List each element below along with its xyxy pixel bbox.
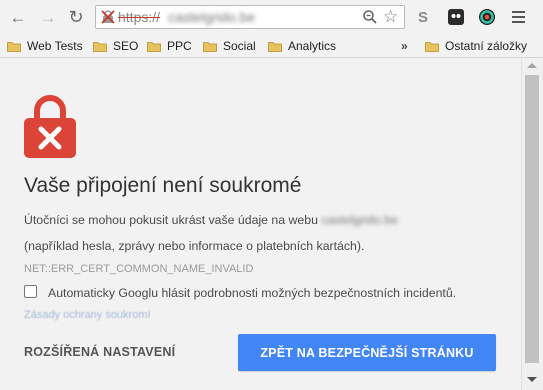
error-description-line-1: Útočníci se mohou pokusit ukrást vaše úd… [24, 213, 398, 227]
bookmark-seo[interactable]: SEO [93, 38, 138, 54]
color-wheel-icon [479, 9, 495, 25]
url-scheme: https:// [118, 9, 161, 25]
arrow-left-icon: ← [9, 7, 27, 27]
bookmark-social[interactable]: Social [203, 38, 256, 54]
error-description-host: castelgrido.be [321, 213, 398, 227]
bookmark-label: Ostatní záložky [445, 39, 528, 53]
red-lock-icon [24, 95, 76, 158]
error-description-line-2: (například hesla, zprávy nebo informace … [24, 239, 365, 253]
folder-icon [203, 41, 217, 52]
extension-circle-button[interactable] [478, 7, 496, 27]
bookmarks-overflow-button[interactable]: » [401, 38, 408, 54]
folder-icon [425, 41, 439, 52]
report-checkbox-label[interactable]: Automaticky Googlu hlásit podrobnosti mo… [48, 286, 456, 300]
back-to-safety-button[interactable]: ZPĚT NA BEZPEČNĚJŠÍ STRÁNKU [238, 334, 496, 371]
folder-icon [93, 41, 107, 52]
browser-toolbar: ← → ↻ https:// castelgrido.be ☆ S [0, 0, 543, 34]
report-checkbox[interactable] [24, 285, 37, 298]
forward-button[interactable]: → [38, 7, 58, 27]
bookmark-ppc[interactable]: PPC [147, 38, 192, 54]
bookmark-web-tests[interactable]: Web Tests [7, 38, 83, 54]
error-code: NET::ERR_CERT_COMMON_NAME_INVALID [24, 263, 254, 275]
vertical-scrollbar[interactable] [521, 58, 543, 390]
ghostery-icon [448, 9, 464, 25]
arrow-right-icon: → [39, 7, 57, 27]
bookmark-label: Web Tests [27, 39, 83, 53]
hamburger-menu-icon[interactable] [509, 7, 527, 27]
folder-icon [7, 41, 21, 52]
ssl-error-page: Vaše připojení není soukromé Útočníci se… [0, 58, 521, 390]
url-host: castelgrido.be [168, 9, 256, 25]
zoom-icon[interactable] [362, 9, 378, 25]
bookmark-label: Social [223, 39, 256, 53]
page-title: Vaše připojení není soukromé [24, 174, 302, 197]
folder-icon [268, 41, 282, 52]
star-icon[interactable]: ☆ [383, 8, 398, 25]
bookmark-other[interactable]: Ostatní záložky [425, 38, 527, 54]
scroll-up-arrow-icon[interactable] [527, 63, 537, 68]
scroll-thumb[interactable] [525, 75, 539, 363]
extension-s-label: S [417, 8, 428, 26]
address-bar[interactable]: https:// castelgrido.be ☆ [95, 5, 405, 29]
extension-s-button[interactable]: S [415, 7, 431, 27]
overflow-chevron-icon: » [401, 39, 408, 53]
privacy-policy-link[interactable]: Zásady ochrany soukromí [24, 309, 151, 321]
error-description-text: Útočníci se mohou pokusit ukrást vaše úd… [24, 213, 318, 227]
back-button[interactable]: ← [8, 7, 28, 27]
bookmark-label: PPC [167, 39, 192, 53]
bookmark-analytics[interactable]: Analytics [268, 38, 336, 54]
advanced-button[interactable]: ROZŠÍŘENÁ NASTAVENÍ [24, 345, 175, 359]
bookmark-label: SEO [113, 39, 139, 53]
insecure-lock-icon[interactable] [101, 10, 115, 24]
scroll-down-arrow-icon[interactable] [527, 377, 537, 382]
reload-button[interactable]: ↻ [66, 7, 86, 27]
reload-icon: ↻ [68, 7, 84, 27]
extension-ghost-button[interactable] [447, 7, 465, 27]
bookmark-label: Analytics [288, 39, 337, 53]
bookmarks-bar: Web Tests SEO PPC Social Analytics » Ost… [0, 34, 543, 58]
folder-icon [147, 41, 161, 52]
